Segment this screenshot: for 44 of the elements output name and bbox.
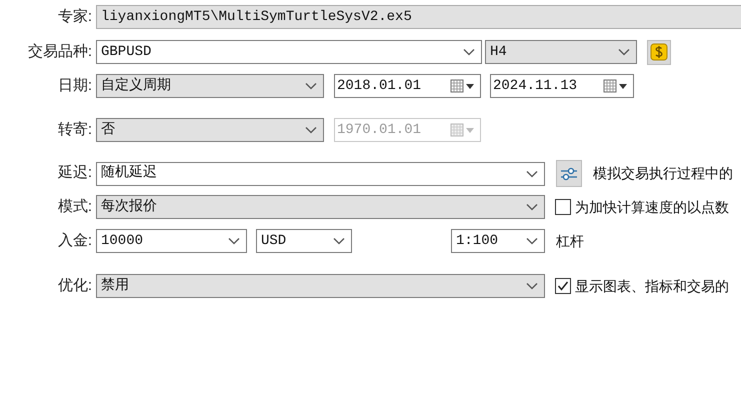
symbol-properties-button[interactable] [647, 40, 671, 64]
chevron-down-icon [618, 48, 630, 56]
field-label: 日期: [58, 76, 92, 96]
chevron-down-icon [305, 126, 317, 134]
chevron-down-icon [526, 237, 538, 245]
expert-field[interactable]: liyanxiongMT5\MultiSymTurtleSysV2.ex5 [96, 5, 741, 29]
delay-description: 模拟交易执行过程中的 [593, 164, 733, 183]
calendar-icon [450, 123, 476, 137]
date-range-dropdown[interactable]: 自定义周期 [96, 74, 324, 98]
checkbox[interactable] [555, 199, 571, 215]
currency-dropdown[interactable]: USD [256, 229, 352, 253]
chevron-down-icon [526, 282, 538, 290]
field-label: 优化: [58, 276, 92, 296]
chevron-down-icon [305, 82, 317, 90]
field-label: 入金: [58, 230, 92, 251]
chevron-down-icon [526, 203, 538, 211]
field-label: 模式: [58, 196, 92, 217]
date-field[interactable]: 2024.11.13 [490, 74, 634, 98]
calendar-icon [603, 79, 629, 93]
symbol-dropdown[interactable]: GBPUSD [96, 40, 482, 64]
chevron-down-icon [463, 48, 475, 56]
field-label: 专家: [58, 6, 92, 27]
dollar-icon [650, 43, 668, 61]
deposit-dropdown[interactable]: 10000 [96, 229, 247, 253]
checkbox-label: 显示图表、指标和交易的 [575, 276, 729, 296]
forward-dropdown[interactable]: 否 [96, 118, 324, 142]
sliders-icon [560, 166, 578, 182]
field-label: 延迟: [58, 163, 92, 184]
delay-dropdown[interactable]: 随机延迟 [96, 162, 545, 186]
chevron-down-icon [228, 237, 240, 245]
field-label: 交易品种: [28, 42, 92, 62]
calendar-icon [450, 79, 476, 93]
settings-button[interactable] [556, 160, 582, 187]
timeframe-dropdown[interactable]: H4 [485, 40, 637, 64]
field-label: 转寄: [58, 120, 92, 140]
chevron-down-icon [333, 237, 345, 245]
date-field[interactable]: 2018.01.01 [334, 74, 481, 98]
checkbox[interactable] [555, 278, 571, 294]
optimization-dropdown[interactable]: 禁用 [96, 274, 545, 298]
leverage-dropdown[interactable]: 1:100 [451, 229, 545, 253]
leverage-label: 杠杆 [556, 232, 584, 250]
chevron-down-icon [526, 170, 538, 178]
checkbox-label: 为加快计算速度的以点数 [575, 198, 729, 216]
modeling-dropdown[interactable]: 每次报价 [96, 195, 545, 219]
